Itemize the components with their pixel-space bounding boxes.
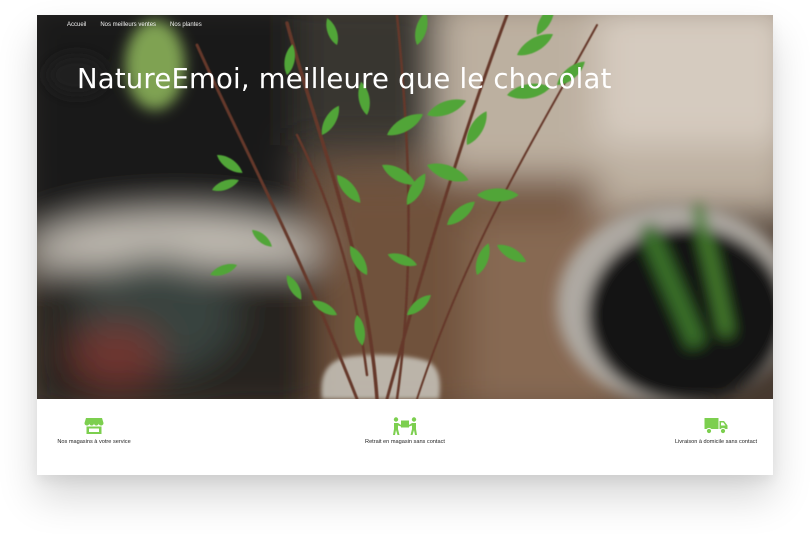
top-navigation: Accueil Nos meilleurs ventes Nos plantes [67, 22, 202, 28]
people-carry-icon [393, 417, 417, 435]
hero-section: Accueil Nos meilleurs ventes Nos plantes… [37, 15, 773, 399]
feature-livraison: Livraison à domicile sans contact [661, 417, 771, 446]
truck-icon [704, 418, 728, 435]
browser-page: Accueil Nos meilleurs ventes Nos plantes… [37, 15, 773, 475]
feature-magasins: Nos magasins à votre service [39, 417, 149, 446]
features-bar: Nos magasins à votre service Retrait en … [37, 399, 773, 475]
hero-title: NatureEmoi, meilleure que le chocolat [77, 63, 612, 95]
feature-livraison-label: Livraison à domicile sans contact [674, 439, 758, 445]
feature-retrait-label: Retrait en magasin sans contact [365, 439, 445, 445]
nav-link-nos-plantes[interactable]: Nos plantes [170, 22, 202, 28]
feature-magasins-label: Nos magasins à votre service [57, 439, 131, 445]
feature-retrait: Retrait en magasin sans contact [350, 417, 460, 446]
store-icon [84, 418, 104, 434]
nav-link-meilleures-ventes[interactable]: Nos meilleurs ventes [100, 22, 156, 28]
nav-link-accueil[interactable]: Accueil [67, 22, 86, 28]
